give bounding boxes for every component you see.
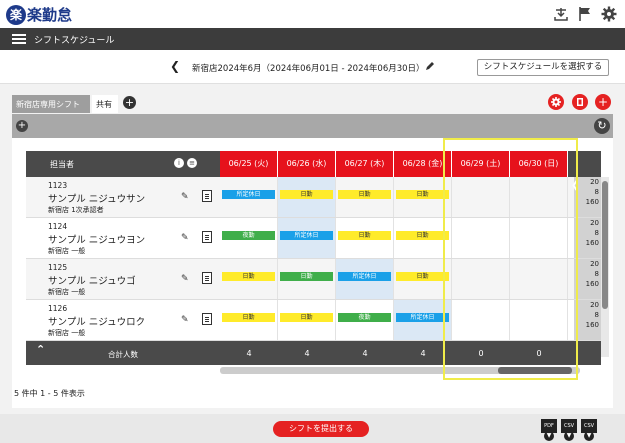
plus-icon[interactable]: + — [16, 120, 28, 132]
shift-badge[interactable]: 日勤 — [396, 190, 449, 199]
header-day[interactable]: 06/27 (木) — [336, 151, 394, 177]
shift-cell[interactable]: 所定休日 — [278, 218, 336, 258]
document-icon[interactable] — [202, 190, 212, 202]
shift-badge[interactable]: 夜勤 — [222, 231, 275, 240]
sort-icon[interactable]: ≡ — [187, 158, 197, 168]
shift-badge[interactable]: 所定休日 — [338, 272, 391, 281]
header-day[interactable]: 06/26 (水) — [278, 151, 336, 177]
vertical-scrollbar[interactable] — [601, 177, 609, 357]
export-csv-button[interactable]: CSV ▼ — [561, 419, 577, 441]
total-count: 4 — [246, 349, 252, 358]
add-button[interactable]: + — [595, 94, 611, 110]
document-icon[interactable] — [202, 272, 212, 284]
logo-text: 楽勤怠 — [27, 6, 73, 24]
schedule-header: ❮ 新宿店2024年6月（2024年06月01日 - 2024年06月30日） … — [0, 50, 625, 84]
hamburger-menu-icon[interactable] — [12, 34, 26, 44]
employee-stats: 20 8 160 — [574, 218, 601, 258]
header-day[interactable]: 06/25 (火) — [220, 151, 278, 177]
inbox-download-icon[interactable] — [553, 6, 569, 22]
employee-role: 新宿店 一般 — [48, 247, 86, 255]
shift-badge[interactable]: 日勤 — [396, 231, 449, 240]
shift-cell[interactable]: 所定休日 — [336, 259, 394, 299]
table-toolbar: + ↻ — [12, 114, 613, 138]
document-icon[interactable] — [202, 231, 212, 243]
settings-button[interactable] — [548, 94, 564, 110]
shift-badge[interactable]: 日勤 — [280, 272, 333, 281]
shift-cell[interactable]: 日勤 — [278, 177, 336, 217]
chevron-up-icon[interactable]: ⌃ — [36, 343, 45, 356]
employee-id: 1125 — [48, 263, 68, 272]
shift-cell[interactable]: 夜勤 — [220, 218, 278, 258]
shift-cell[interactable]: 日勤 — [220, 300, 278, 340]
document-icon[interactable] — [202, 313, 212, 325]
employee-name[interactable]: サンプル ニジュウロク — [48, 314, 145, 328]
employee-name[interactable]: サンプル ニジュウサン — [48, 191, 145, 205]
total-count: 4 — [304, 349, 310, 358]
refresh-icon[interactable]: ↻ — [594, 118, 610, 134]
pagination-info: 5 件中 1 - 5 件表示 — [14, 389, 85, 398]
edit-shift-icon[interactable]: ✎ — [181, 315, 189, 325]
shift-cell[interactable]: 所定休日 — [220, 177, 278, 217]
shift-badge[interactable]: 日勤 — [222, 272, 275, 281]
flag-icon[interactable] — [577, 6, 593, 22]
total-count: 4 — [362, 349, 368, 358]
export-csv-button[interactable]: CSV ▼ — [581, 419, 597, 441]
nav-bar: シフトスケジュール — [0, 28, 625, 50]
shift-badge[interactable]: 日勤 — [338, 231, 391, 240]
employee-role: 新宿店 一般 — [48, 329, 86, 337]
app-logo[interactable]: 楽 楽勤怠 — [6, 4, 72, 25]
employee-role: 新宿店 1次承認者 — [48, 206, 104, 214]
schedule-title: 新宿店2024年6月（2024年06月01日 - 2024年06月30日） — [192, 64, 425, 74]
shift-badge[interactable]: 日勤 — [338, 190, 391, 199]
select-schedule-button[interactable]: シフトスケジュールを選択する — [477, 59, 609, 76]
employee-id: 1124 — [48, 222, 68, 231]
shift-cell[interactable]: 日勤 — [336, 177, 394, 217]
shift-badge[interactable]: 所定休日 — [396, 313, 449, 322]
export-pdf-button[interactable]: PDF ▼ — [541, 419, 557, 441]
employee-role: 新宿店 一般 — [48, 288, 86, 296]
edit-shift-icon[interactable]: ✎ — [181, 274, 189, 284]
shift-badge[interactable]: 所定休日 — [222, 190, 275, 199]
highlight-annotation — [443, 138, 578, 380]
shift-badge[interactable]: 日勤 — [396, 272, 449, 281]
edit-icon[interactable] — [425, 61, 435, 74]
employee-name[interactable]: サンプル ニジュウヨン — [48, 232, 145, 246]
download-icon: ▼ — [584, 431, 594, 441]
download-icon: ▼ — [544, 431, 554, 441]
bottom-bar: シフトを提出する PDF ▼ CSV ▼ CSV ▼ — [0, 414, 625, 443]
info-icon[interactable]: i — [174, 158, 184, 168]
copy-button[interactable] — [572, 94, 588, 110]
totals-label: 合計人数 — [108, 350, 138, 359]
shift-cell[interactable]: 日勤 — [278, 300, 336, 340]
download-icon: ▼ — [564, 431, 574, 441]
shift-cell[interactable]: 夜勤 — [336, 300, 394, 340]
top-bar: 楽 楽勤怠 — [0, 0, 625, 28]
header-staff-label: 担当者 — [50, 160, 74, 169]
shift-cell[interactable]: 日勤 — [220, 259, 278, 299]
employee-stats: 20 8 160 — [574, 300, 601, 340]
edit-shift-icon[interactable]: ✎ — [181, 233, 189, 243]
submit-shift-button[interactable]: シフトを提出する — [273, 421, 369, 437]
shift-badge[interactable]: 夜勤 — [338, 313, 391, 322]
shift-badge[interactable]: 日勤 — [280, 190, 333, 199]
employee-name[interactable]: サンプル ニジュウゴ — [48, 273, 136, 287]
logo-mark: 楽 — [6, 4, 26, 25]
scroll-thumb[interactable] — [602, 181, 608, 309]
chevron-left-icon[interactable]: ❮ — [170, 59, 180, 73]
shift-badge[interactable]: 日勤 — [280, 313, 333, 322]
employee-id: 1123 — [48, 181, 68, 190]
employee-id: 1126 — [48, 304, 68, 313]
tab-shinjuku-shift[interactable]: 新宿店専用シフト — [12, 95, 90, 113]
page-title: シフトスケジュール — [34, 36, 115, 46]
header-staff: 担当者 i ≡ — [26, 151, 220, 177]
shift-cell[interactable]: 日勤 — [336, 218, 394, 258]
edit-shift-icon[interactable]: ✎ — [181, 192, 189, 202]
employee-stats: 20 8 160 — [574, 259, 601, 299]
tab-shared[interactable]: 共有 — [92, 95, 118, 113]
shift-cell[interactable]: 日勤 — [278, 259, 336, 299]
shift-badge[interactable]: 日勤 — [222, 313, 275, 322]
shift-badge[interactable]: 所定休日 — [280, 231, 333, 240]
add-tab-button[interactable]: + — [123, 96, 136, 109]
gear-icon[interactable] — [601, 6, 617, 22]
